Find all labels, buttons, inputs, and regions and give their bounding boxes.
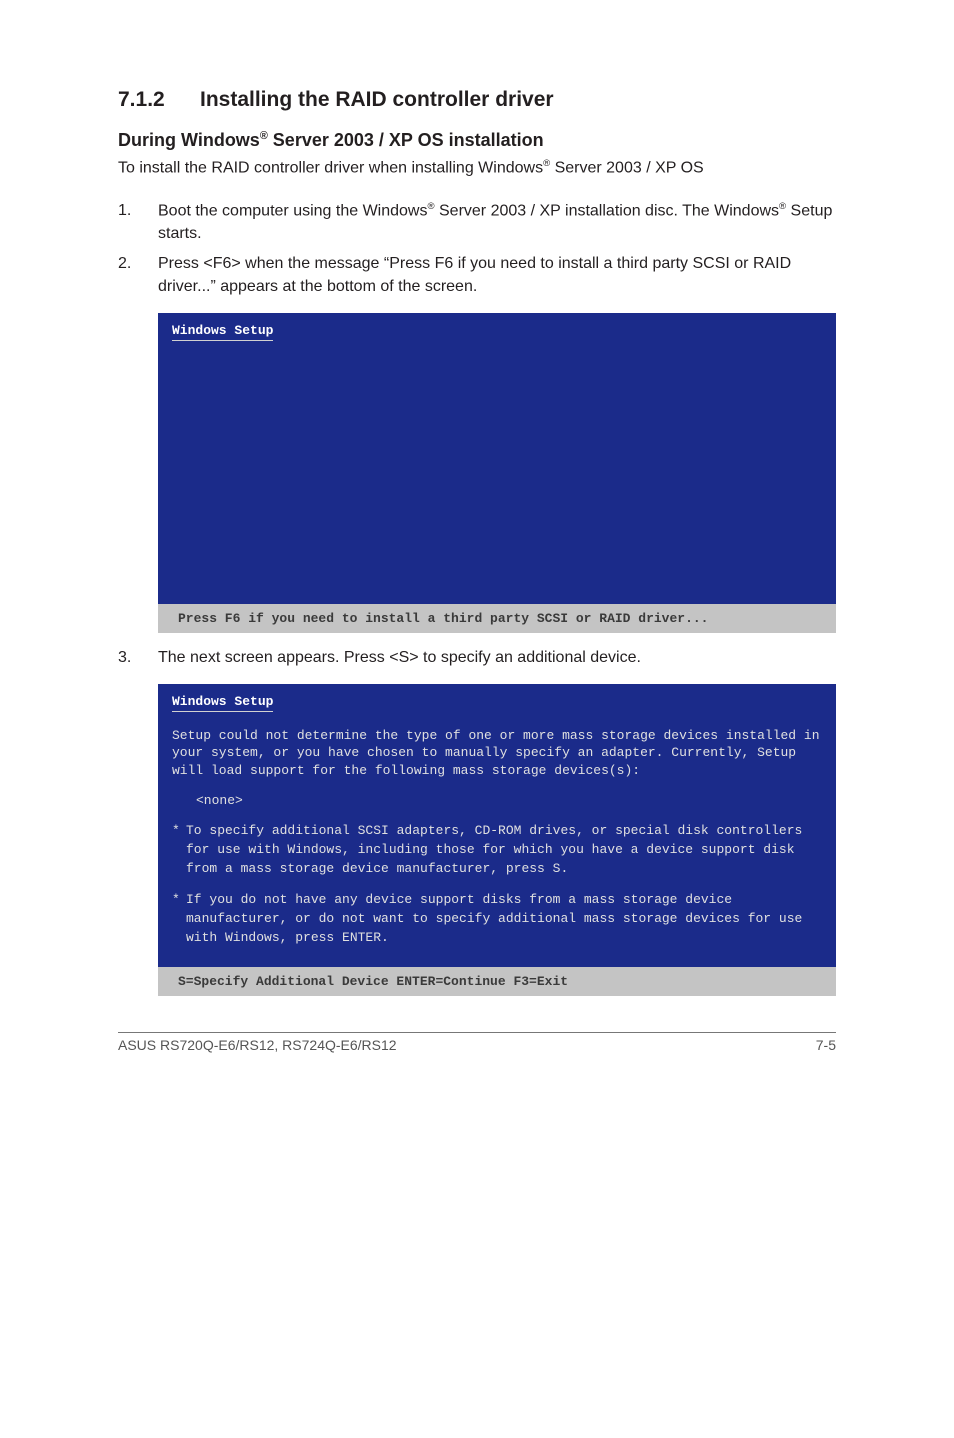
setup-title-underline: Windows Setup (172, 323, 273, 341)
page-footer: ASUS RS720Q-E6/RS12, RS724Q-E6/RS12 7-5 (118, 1037, 836, 1053)
setup-title-underline: Windows Setup (172, 694, 273, 712)
step-3: 3. The next screen appears. Press <S> to… (118, 647, 836, 670)
setup-title: Windows Setup (172, 323, 273, 338)
subheading: During Windows® Server 2003 / XP OS inst… (118, 130, 836, 151)
spacer (172, 344, 822, 604)
setup-bullet-1: * To specify additional SCSI adapters, C… (172, 822, 822, 879)
bullet-text: To specify additional SCSI adapters, CD-… (186, 822, 822, 879)
setup-title: Windows Setup (172, 694, 273, 709)
windows-setup-screenshot-1: Windows Setup Press F6 if you need to in… (158, 313, 836, 633)
setup-message: Setup could not determine the type of on… (172, 727, 822, 780)
registered-icon: ® (427, 201, 434, 212)
asterisk-icon: * (172, 822, 186, 879)
step-body: Press <F6> when the message “Press F6 if… (158, 253, 836, 298)
asterisk-icon: * (172, 891, 186, 948)
section-heading: 7.1.2Installing the RAID controller driv… (118, 88, 836, 112)
setup-bullet-2: * If you do not have any device support … (172, 891, 822, 948)
subheading-prefix: During Windows (118, 130, 260, 150)
step-body: Boot the computer using the Windows® Ser… (158, 200, 836, 246)
intro-paragraph: To install the RAID controller driver wh… (118, 157, 836, 180)
setup-blue-area: Windows Setup Setup could not determine … (158, 684, 836, 968)
windows-setup-screenshot-2: Windows Setup Setup could not determine … (158, 684, 836, 997)
setup-none: <none> (196, 793, 822, 808)
footer-right: 7-5 (816, 1037, 836, 1053)
subheading-suffix: Server 2003 / XP OS installation (268, 130, 544, 150)
step-1: 1. Boot the computer using the Windows® … (118, 200, 836, 246)
intro-after: Server 2003 / XP OS (550, 159, 704, 176)
step-2: 2. Press <F6> when the message “Press F6… (118, 253, 836, 298)
step-text: Boot the computer using the Windows (158, 202, 427, 219)
intro-before: To install the RAID controller driver wh… (118, 159, 543, 176)
step-number: 1. (118, 200, 158, 246)
footer-left: ASUS RS720Q-E6/RS12, RS724Q-E6/RS12 (118, 1037, 397, 1053)
section-number: 7.1.2 (118, 88, 200, 112)
setup-blue-area: Windows Setup (158, 313, 836, 604)
setup-statusbar: Press F6 if you need to install a third … (158, 604, 836, 633)
setup-statusbar: S=Specify Additional Device ENTER=Contin… (158, 967, 836, 996)
spacer (172, 959, 822, 967)
step-number: 3. (118, 647, 158, 670)
section-title: Installing the RAID controller driver (200, 88, 554, 111)
step-body: The next screen appears. Press <S> to sp… (158, 647, 836, 670)
bullet-text: If you do not have any device support di… (186, 891, 822, 948)
step-number: 2. (118, 253, 158, 298)
footer-rule (118, 1032, 836, 1033)
registered-icon: ® (260, 130, 268, 142)
step-text: Server 2003 / XP installation disc. The … (435, 202, 779, 219)
